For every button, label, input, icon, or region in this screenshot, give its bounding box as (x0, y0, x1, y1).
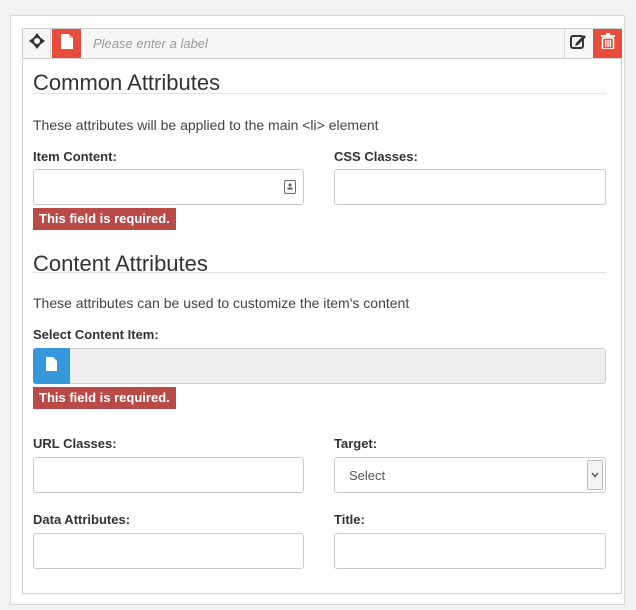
data-attributes-input[interactable] (33, 533, 304, 569)
divider (33, 93, 606, 94)
chevron-down-icon[interactable] (587, 460, 603, 490)
edit-icon (570, 33, 588, 54)
label-bar (22, 28, 622, 59)
divider (33, 272, 606, 273)
select-content-item-label: Select Content Item: (33, 327, 159, 342)
url-classes-input[interactable] (33, 457, 304, 493)
trash-icon (600, 33, 615, 54)
contact-card-icon[interactable] (284, 180, 296, 194)
css-classes-input[interactable] (334, 169, 606, 205)
move-handle[interactable] (23, 29, 51, 58)
item-content-label: Item Content: (33, 149, 117, 164)
title-input[interactable] (334, 533, 606, 569)
common-attributes-description: These attributes will be applied to the … (33, 117, 379, 133)
content-attributes-description: These attributes can be used to customiz… (33, 295, 410, 311)
target-label: Target: (334, 436, 378, 451)
delete-button[interactable] (593, 29, 622, 58)
title-label: Title: (334, 512, 365, 527)
item-content-error: This field is required. (33, 208, 176, 230)
item-content-input[interactable] (33, 169, 304, 205)
content-item-error: This field is required. (33, 387, 176, 409)
data-attributes-label: Data Attributes: (33, 512, 131, 527)
label-input[interactable] (81, 29, 564, 58)
target-select[interactable]: Select (334, 457, 606, 493)
css-classes-label: CSS Classes: (334, 149, 418, 164)
target-select-value: Select (349, 468, 386, 483)
pick-content-button[interactable] (33, 348, 70, 384)
move-arrows-icon (28, 32, 46, 55)
content-attributes-title: Content Attributes (33, 251, 208, 276)
url-classes-label: URL Classes: (33, 436, 117, 451)
item-type-button[interactable] (52, 29, 81, 58)
document-icon (60, 33, 73, 54)
edit-button[interactable] (564, 29, 593, 58)
content-item-picker[interactable] (33, 348, 606, 384)
document-icon (46, 356, 57, 376)
